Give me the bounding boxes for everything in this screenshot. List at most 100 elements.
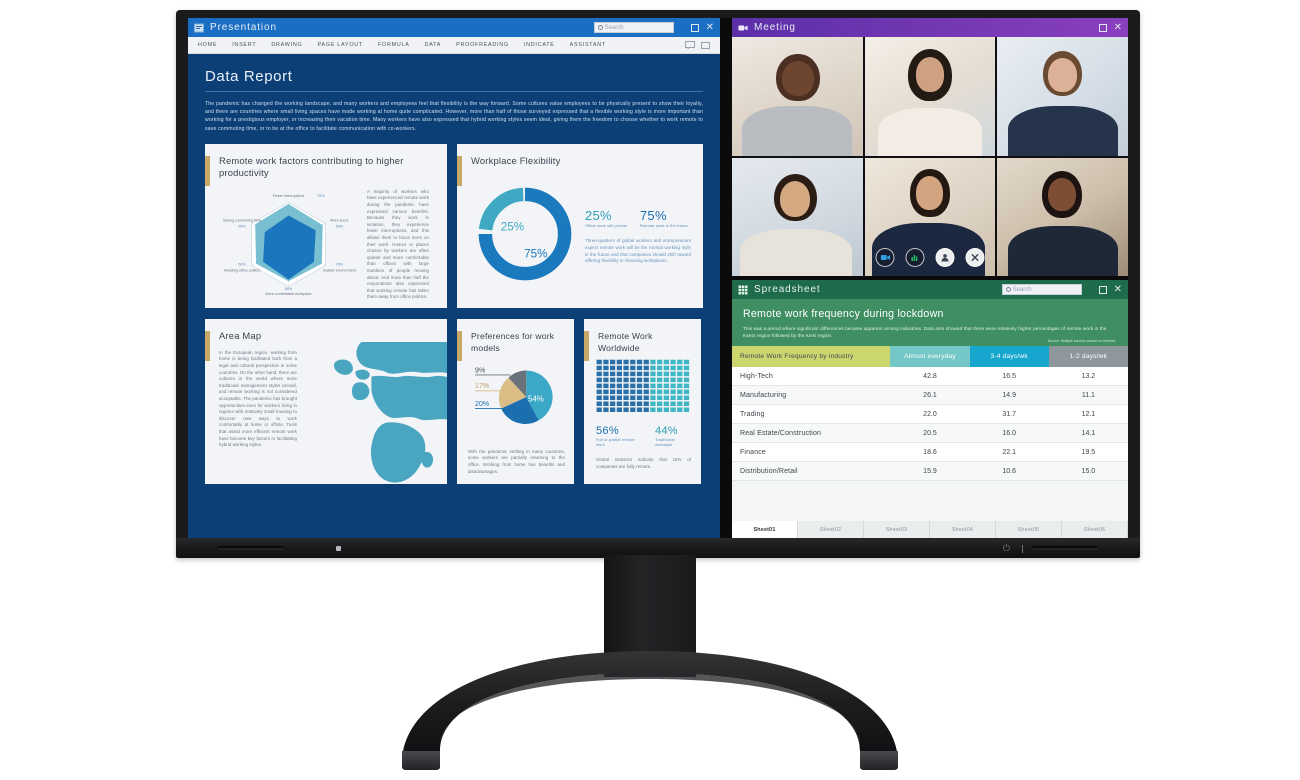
presentation-search-input[interactable]: Search bbox=[593, 22, 674, 33]
stat-caption: Full or partial remote work bbox=[596, 436, 635, 448]
share-icon[interactable] bbox=[701, 41, 710, 49]
card-remote-work-worldwide[interactable]: Remote Work Worldwide 56% Full or partia… bbox=[584, 318, 701, 484]
cell-value: 14.1 bbox=[1048, 423, 1128, 444]
spreadsheet-titlebar: Spreadsheet Search ✕ bbox=[732, 280, 1128, 299]
sheet-tab-sheet02[interactable]: Sheet02 bbox=[798, 521, 864, 538]
ribbon-tab-indicate[interactable]: INDICATE bbox=[524, 42, 555, 48]
card-remote-work-factors[interactable]: Remote work factors contributing to high… bbox=[205, 143, 447, 308]
table-row[interactable]: Trading 22.0 31.7 12.1 bbox=[732, 404, 1128, 425]
close-icon[interactable]: ✕ bbox=[1114, 22, 1122, 33]
spreadsheet-window[interactable]: Spreadsheet Search ✕ Remote work frequen… bbox=[732, 280, 1128, 538]
microphone-icon[interactable] bbox=[905, 248, 925, 267]
card-accent-bar bbox=[457, 155, 462, 186]
spreadsheet-source-note: Source: Multiple surveys shared on inter… bbox=[1047, 339, 1116, 344]
camera-icon[interactable] bbox=[875, 248, 895, 267]
bezel-indicator bbox=[336, 546, 341, 551]
presentation-ribbon[interactable]: HOME INSERT DRAWING PAGE LAYOUT FORMULA … bbox=[188, 37, 720, 54]
column-header-almost-everyday[interactable]: Almost everyday bbox=[890, 346, 970, 368]
table-row[interactable]: High-Tech 42.8 16.5 13.2 bbox=[732, 367, 1128, 387]
card-workplace-flexibility[interactable]: Workplace Flexibility 25% 75% 25% Office… bbox=[457, 143, 703, 308]
svg-text:65%: 65% bbox=[336, 225, 344, 229]
ribbon-tab-insert[interactable]: INSERT bbox=[232, 42, 256, 48]
card-body-text: In the European region, working from hom… bbox=[219, 349, 297, 448]
sheet-tabs-inner: Sheet01 Sheet02 Sheet03 Sheet04 Sheet05 Sheet… bbox=[732, 521, 1128, 538]
ribbon-tab-assistant[interactable]: ASSISTANT bbox=[570, 42, 606, 48]
table-row[interactable]: Manufacturing 26.1 14.9 11.1 bbox=[732, 385, 1128, 406]
ribbon-tab-formula[interactable]: FORMULA bbox=[378, 42, 410, 48]
world-map-graphic bbox=[333, 341, 447, 483]
stat-caption: Traditional workstyle bbox=[654, 436, 675, 448]
sheet-tab-sheet05[interactable]: Sheet05 bbox=[996, 521, 1062, 538]
svg-text:20%: 20% bbox=[475, 401, 490, 408]
presentation-window[interactable]: Presentation Search ✕ HOME INSERT DRAWIN… bbox=[188, 18, 720, 538]
speaker-grille-left bbox=[218, 546, 284, 550]
ribbon-tab-proofreading[interactable]: PROOFREADING bbox=[456, 42, 509, 48]
card-area-map[interactable]: Area Map In the European region, working… bbox=[205, 318, 447, 484]
sheet-tab-sheet01[interactable]: Sheet01 bbox=[732, 521, 798, 538]
spreadsheet-icon bbox=[738, 285, 748, 294]
card-title: Remote Work Worldwide bbox=[598, 330, 653, 353]
svg-text:More focus: More focus bbox=[330, 218, 348, 222]
presentation-title: Presentation bbox=[210, 22, 277, 33]
presentation-titlebar: Presentation Search ✕ bbox=[188, 18, 720, 37]
cell-industry: High-Tech bbox=[732, 367, 891, 387]
svg-text:9%: 9% bbox=[475, 367, 486, 374]
svg-text:17%: 17% bbox=[475, 383, 490, 390]
meeting-titlebar: Meeting ✕ bbox=[732, 18, 1128, 37]
ribbon-right-tools bbox=[685, 41, 710, 49]
cell-value: 12.1 bbox=[1048, 404, 1128, 425]
column-header-1-2-days[interactable]: 1-2 days/wk bbox=[1048, 346, 1128, 368]
cell-value: 20.5 bbox=[890, 423, 970, 444]
ribbon-tab-data[interactable]: DATA bbox=[425, 42, 442, 48]
column-header-3-4-days[interactable]: 3-4 days/wk bbox=[969, 346, 1049, 368]
cell-value: 16.0 bbox=[969, 423, 1049, 444]
power-icon[interactable]: ⏻ bbox=[1003, 544, 1010, 553]
stat-caption: Remote work is the future bbox=[639, 222, 688, 228]
card-body-text: Three-quarters of global workers and ent… bbox=[585, 238, 691, 264]
table-row[interactable]: Real Estate/Construction 20.5 16.0 14.1 bbox=[732, 423, 1128, 444]
sheet-tab-sheet06[interactable]: Sheet06 bbox=[1062, 521, 1128, 538]
search-icon bbox=[597, 25, 603, 30]
column-header-industry[interactable]: Remote Work Frequency by industry bbox=[732, 346, 891, 368]
participant-tile[interactable] bbox=[732, 157, 863, 276]
meeting-title: Meeting bbox=[754, 22, 796, 33]
participant-tile[interactable] bbox=[864, 37, 996, 156]
meeting-window[interactable]: Meeting ✕ bbox=[732, 18, 1128, 276]
sheet-tab-bar[interactable]: Sheet01 Sheet02 Sheet03 Sheet04 Sheet05 Sheet… bbox=[732, 518, 1128, 538]
card-body-text: Global statistics indicate that 16% of c… bbox=[596, 457, 691, 469]
participant-tile[interactable] bbox=[732, 37, 863, 156]
end-call-icon[interactable] bbox=[965, 248, 985, 267]
maximize-icon[interactable] bbox=[690, 23, 699, 32]
card-accent-bar bbox=[205, 155, 210, 186]
cell-value: 15.0 bbox=[1048, 461, 1128, 482]
donut-chart: 25% 75% bbox=[478, 187, 572, 281]
table-row[interactable]: Distribution/Retail 15.9 10.6 15.0 bbox=[732, 461, 1128, 482]
menu-icon[interactable] bbox=[1022, 545, 1023, 553]
svg-text:Saving commuting time: Saving commuting time bbox=[223, 218, 261, 222]
ribbon-tab-drawing[interactable]: DRAWING bbox=[271, 42, 302, 48]
maximize-icon[interactable] bbox=[1098, 285, 1107, 294]
data-table[interactable]: Remote Work Frequency by industry Almost… bbox=[732, 346, 1128, 482]
sheet-tab-sheet03[interactable]: Sheet03 bbox=[864, 521, 930, 538]
svg-text:Avoiding office politics: Avoiding office politics bbox=[224, 268, 260, 272]
card-title: Remote work factors contributing to high… bbox=[219, 154, 404, 178]
close-icon[interactable]: ✕ bbox=[706, 22, 714, 33]
ribbon-tab-home[interactable]: HOME bbox=[198, 42, 217, 48]
svg-text:50%: 50% bbox=[238, 262, 246, 266]
table-row[interactable]: Finance 18.6 22.1 19.5 bbox=[732, 442, 1128, 463]
sheet-tab-sheet04[interactable]: Sheet04 bbox=[930, 521, 996, 538]
spreadsheet-search-input[interactable]: Search bbox=[1001, 284, 1082, 295]
meeting-controls[interactable] bbox=[875, 248, 985, 267]
close-icon[interactable]: ✕ bbox=[1114, 284, 1122, 295]
participants-icon[interactable] bbox=[935, 248, 955, 267]
maximize-icon[interactable] bbox=[1098, 23, 1107, 32]
flex-stat-remote: 75% Remote work is the future bbox=[640, 208, 688, 229]
participant-tile[interactable] bbox=[997, 37, 1128, 156]
cell-value: 16.5 bbox=[969, 367, 1049, 387]
card-preferences[interactable]: Preferences for work models 54% 20% 17% … bbox=[457, 318, 574, 484]
stat-value: 75% bbox=[639, 207, 667, 223]
comment-icon[interactable] bbox=[685, 41, 695, 49]
ribbon-tab-page-layout[interactable]: PAGE LAYOUT bbox=[317, 42, 363, 48]
participant-tile[interactable] bbox=[997, 157, 1128, 276]
stat-value: 44% bbox=[654, 424, 678, 437]
